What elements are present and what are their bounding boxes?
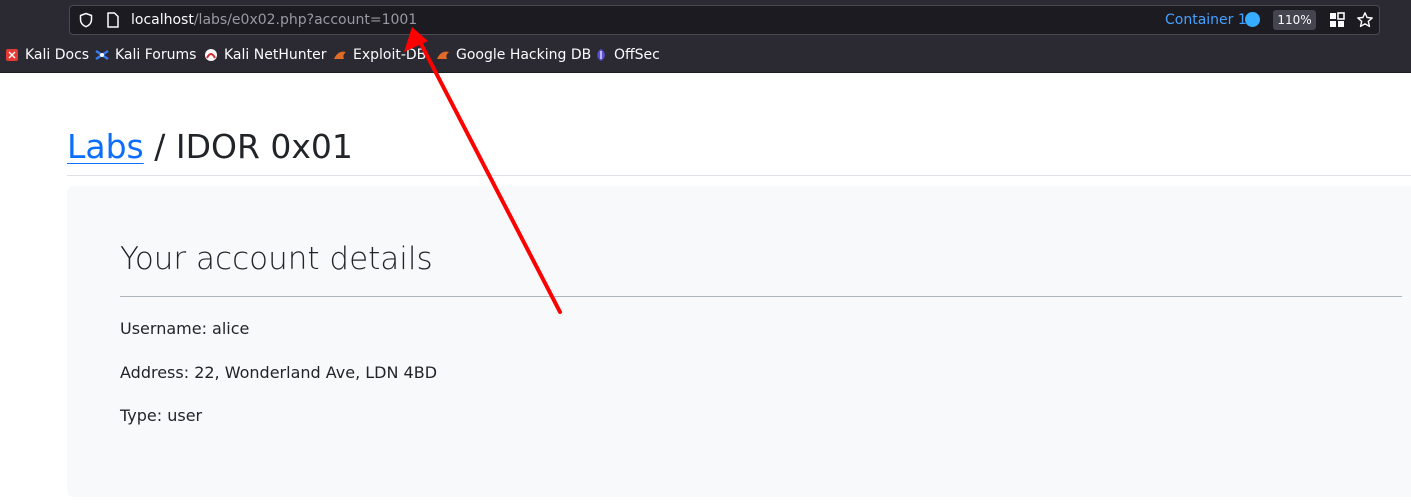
page-icon[interactable] [106, 12, 120, 28]
account-details-card: Your account details Username: alice Add… [67, 186, 1411, 497]
bookmark-label: Exploit-DB [353, 47, 427, 63]
star-icon[interactable] [1356, 11, 1374, 29]
container-label[interactable]: Container 1 [1165, 11, 1247, 29]
page-title: IDOR 0x01 [175, 127, 353, 166]
divider [120, 296, 1402, 297]
kali-nethunter-icon [205, 49, 217, 61]
bookmark-kali-nethunter[interactable]: Kali NetHunter [204, 44, 326, 66]
shield-icon[interactable] [78, 12, 94, 28]
bookmark-label: OffSec [614, 47, 660, 63]
address-bar[interactable]: localhost/labs/e0x02.php?account=1001 Co… [69, 5, 1380, 35]
divider [67, 175, 1411, 176]
url-host: localhost [131, 12, 194, 28]
bookmark-label: Google Hacking DB [456, 47, 592, 63]
address-text: Address: 22, Wonderland Ave, LDN 4BD [120, 363, 438, 382]
url-path: /labs/e0x02.php?account=1001 [193, 12, 418, 28]
container-dot-icon [1245, 12, 1260, 27]
bookmark-label: Kali Forums [115, 47, 197, 63]
offsec-icon [597, 49, 605, 61]
bookmark-label: Kali NetHunter [224, 47, 327, 63]
url-text[interactable]: localhost/labs/e0x02.php?account=1001 [131, 11, 417, 29]
browser-toolbar: localhost/labs/e0x02.php?account=1001 Co… [0, 0, 1411, 73]
bookmark-google-hacking-db[interactable]: Google Hacking DB [436, 44, 591, 66]
kali-docs-icon [6, 49, 18, 61]
exploit-db-icon [334, 51, 346, 59]
google-hacking-db-icon [437, 51, 449, 59]
qr-icon[interactable] [1329, 12, 1345, 28]
card-title: Your account details [120, 241, 433, 277]
bookmark-offsec[interactable]: OffSec [594, 44, 660, 66]
bookmark-kali-docs[interactable]: Kali Docs [5, 44, 89, 66]
breadcrumb: Labs / IDOR 0x01 [67, 125, 353, 169]
zoom-level-button[interactable]: 110% [1273, 10, 1316, 30]
breadcrumb-labs-link[interactable]: Labs [67, 127, 144, 166]
bookmark-kali-forums[interactable]: Kali Forums [95, 44, 196, 66]
type-text: Type: user [120, 406, 203, 425]
breadcrumb-separator: / [143, 127, 176, 166]
bookmark-exploit-db[interactable]: Exploit-DB [333, 44, 426, 66]
kali-forums-icon [95, 50, 109, 60]
username-text: Username: alice [120, 319, 250, 338]
bookmark-label: Kali Docs [25, 47, 90, 63]
